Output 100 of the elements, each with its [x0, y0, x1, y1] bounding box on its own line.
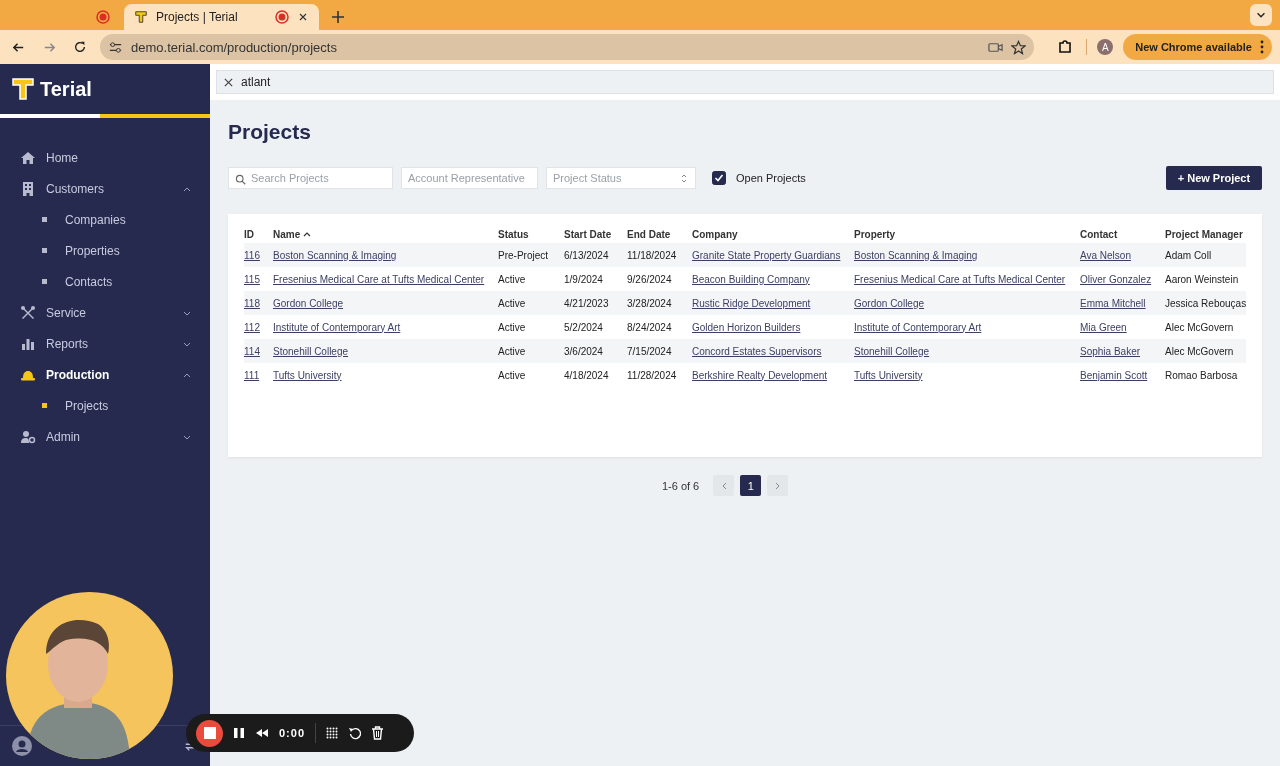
search-field[interactable]: Search Projects [228, 167, 393, 189]
tools-icon [20, 304, 36, 321]
table-link[interactable]: 111 [244, 369, 260, 381]
nav-subitem[interactable]: Properties [0, 235, 210, 266]
table-cell: Active [498, 345, 526, 357]
restart-icon [348, 726, 362, 740]
table-link[interactable]: Beacon Building Company [692, 273, 810, 285]
stop-icon [203, 727, 216, 739]
table-cell: 5/2/2024 [564, 321, 603, 333]
pause-icon [233, 727, 245, 739]
table-cell: 4/18/2024 [564, 369, 609, 381]
table-link[interactable]: Oliver Gonzalez [1080, 273, 1152, 285]
table-link[interactable]: Berkshire Realty Development [692, 369, 828, 381]
close-icon [223, 77, 234, 88]
star-icon [1011, 39, 1027, 55]
table-cell: Aaron Weinstein [1165, 273, 1239, 285]
cube-logo-icon [134, 10, 148, 24]
grid-button[interactable] [326, 727, 339, 739]
table-cell: Romao Barbosa [1165, 369, 1238, 381]
column-header[interactable]: Property [854, 226, 1080, 243]
table-link[interactable]: Gordon College [273, 297, 344, 309]
table-link[interactable]: Mia Green [1080, 321, 1127, 333]
terial-logo-icon [12, 77, 34, 101]
column-header[interactable]: Name [273, 226, 498, 243]
column-header[interactable]: Start Date [564, 226, 627, 243]
pagination-summary: 1-6 of 6 [661, 479, 700, 492]
nav-item[interactable]: Home [0, 142, 210, 173]
more-icon [1260, 40, 1264, 54]
column-header[interactable]: Company [692, 226, 854, 243]
status-select[interactable]: Project Status [546, 167, 696, 189]
table-cell: Pre-Project [498, 249, 548, 261]
rewind-button[interactable] [255, 727, 269, 739]
nav-subitem[interactable]: Companies [0, 204, 210, 235]
table-link[interactable]: Institute of Contemporary Art [273, 321, 401, 333]
table-cell: 7/15/2024 [627, 345, 672, 357]
nav-item[interactable]: Production [0, 359, 210, 390]
close-icon [297, 11, 309, 23]
page-button[interactable]: 1 [740, 475, 762, 496]
table-link[interactable]: Golden Horizon Builders [692, 321, 801, 333]
table-link[interactable]: Fresenius Medical Care at Tufts Medical Center [273, 273, 485, 285]
logo-text: Terial [40, 77, 92, 101]
update-button[interactable]: New Chrome available [1123, 34, 1272, 60]
table-cell: Adam Coll [1165, 249, 1212, 261]
user-avatar-icon [12, 736, 32, 756]
home-icon [20, 149, 36, 166]
recording-timer: 0:00 [279, 727, 306, 739]
puzzle-icon [1057, 39, 1074, 55]
table-cell: 3/6/2024 [564, 345, 603, 357]
column-header[interactable]: End Date [627, 226, 692, 243]
stop-recording-button[interactable] [196, 719, 223, 747]
nav-subitem[interactable]: Projects [0, 390, 210, 421]
table-link[interactable]: Stonehill College [854, 345, 930, 357]
table-cell: 3/28/2024 [627, 297, 672, 309]
checkbox-label: Open Projects [736, 172, 806, 184]
table-cell: 6/13/2024 [564, 249, 609, 261]
column-header[interactable]: Project Manager [1165, 226, 1247, 243]
reload-icon [73, 40, 87, 54]
new-project-button[interactable]: + New Project [1165, 166, 1263, 190]
tab-list-button[interactable] [1250, 4, 1272, 26]
table-cell: 11/28/2024 [627, 369, 677, 381]
column-header[interactable]: ID [244, 226, 273, 243]
nav-item[interactable]: Customers [0, 173, 210, 204]
nav-item[interactable]: Service [0, 297, 210, 328]
column-header[interactable]: Status [498, 226, 564, 243]
restart-button[interactable] [348, 726, 362, 740]
plus-icon [331, 10, 345, 24]
rewind-icon [255, 727, 269, 739]
site-settings-icon [108, 39, 123, 55]
table-link[interactable]: Fresenius Medical Care at Tufts Medical Center [854, 273, 1066, 285]
profile-avatar[interactable]: A [1097, 39, 1114, 55]
table-cell: Jessica Rebouças [1165, 297, 1247, 309]
delete-button[interactable] [371, 726, 385, 740]
global-search-field[interactable]: atlant [216, 70, 1275, 94]
table-cell: 11/18/2024 [627, 249, 677, 261]
address-bar[interactable]: demo.terial.com/production/projects [100, 34, 1035, 60]
table-link[interactable]: 112 [244, 321, 260, 333]
nav-item[interactable]: Reports [0, 328, 210, 359]
dot-grid-icon [326, 727, 339, 739]
table-link[interactable]: Tufts University [273, 369, 342, 381]
open-projects-checkbox[interactable] [712, 171, 726, 185]
representative-field[interactable]: Account Representative [401, 167, 538, 189]
column-header[interactable]: Contact [1080, 226, 1165, 243]
table-cell: Active [498, 273, 526, 285]
sort-up-icon [303, 231, 312, 238]
table-link[interactable]: 115 [244, 273, 260, 285]
browser-tab[interactable]: Projects | Terial [124, 4, 319, 30]
table-cell: Alec McGovern [1165, 321, 1234, 333]
table-link[interactable]: Institute of Contemporary Art [854, 321, 982, 333]
sort-caret-icon [680, 173, 688, 184]
nav-item[interactable]: Admin [0, 421, 210, 452]
table-cell: Active [498, 321, 526, 333]
table-link[interactable]: Stonehill College [273, 345, 349, 357]
table-cell: 1/9/2024 [564, 273, 603, 285]
nav-subitem[interactable]: Contacts [0, 266, 210, 297]
table-link[interactable]: Tufts University [854, 369, 923, 381]
user-gear-icon [20, 428, 36, 445]
table-link[interactable]: Gordon College [854, 297, 925, 309]
pause-button[interactable] [233, 727, 245, 739]
table-cell: 4/21/2023 [564, 297, 609, 309]
table-link[interactable]: Benjamin Scott [1080, 369, 1148, 381]
